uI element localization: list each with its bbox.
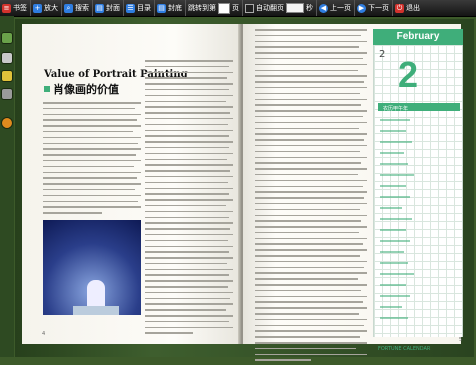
calendar-month: February [373,29,463,45]
right-page-number: 5 [459,337,463,343]
exit-button[interactable]: ⏻ 退出 [392,0,422,16]
left-page-number: 4 [42,331,46,337]
search-button[interactable]: ⌕ 搜索 [61,0,91,16]
body-text-column-2 [145,60,233,338]
calendar-panel: February 2 2 农历甲午年 FORTUNE CALENDAR 5 [373,29,463,352]
zoom-in-icon: + [33,3,42,13]
prev-arrow-icon: ◀ [319,3,328,13]
calendar-body: 2 2 农历甲午年 FORTUNE CALENDAR [373,45,463,352]
thumbnail-icon[interactable] [1,32,13,44]
body-text-column-1 [43,102,141,218]
flip-seconds-input[interactable] [286,3,304,13]
help-icon[interactable] [1,117,13,129]
prev-page-button[interactable]: ◀ 上一页 [316,0,353,16]
auto-flip-checkbox[interactable] [245,3,254,13]
highlight-icon[interactable] [1,70,13,82]
back-cover-button[interactable]: ▤ 封底 [154,0,184,16]
page-jump: 跳转到第页 [185,0,241,16]
calendar-big-date: 2 [398,54,419,95]
bookmark-button[interactable]: ≡ 书签 [0,0,29,16]
base-shape [73,306,119,315]
left-page[interactable]: Value of Portrait Painting 肖像画的价值 4 [22,24,240,344]
next-page-button[interactable]: ▶ 下一页 [354,0,391,16]
exit-icon: ⏻ [395,3,404,13]
search-icon: ⌕ [64,3,73,13]
portrait-photo [43,220,141,315]
print-icon[interactable] [1,88,13,100]
bookmark-icon: ≡ [2,3,11,13]
next-arrow-icon: ▶ [357,3,366,13]
body-text-column-3 [255,29,367,365]
contents-icon: ☰ [126,3,135,13]
auto-flip: 自动翻页秒 [242,0,315,16]
toolbar: ≡ 书签 + 放大 ⌕ 搜索 ▤ 封面 ☰ 目录 ▤ 封底 跳转到第页 自动翻页秒 ◀ 上一页… [0,0,476,17]
article-title-cn: 肖像画的价值 [44,81,119,97]
book: Value of Portrait Painting 肖像画的价值 4 Febr… [22,24,470,361]
note-icon[interactable] [1,52,13,64]
calendar-footer: FORTUNE CALENDAR [378,346,431,352]
zoom-in-button[interactable]: + 放大 [30,0,60,16]
calendar-small-digit: 2 [379,49,386,60]
title-marker-icon [44,86,50,92]
cover-button[interactable]: ▤ 封面 [92,0,122,16]
back-cover-icon: ▤ [157,3,166,13]
calendar-banner: 农历甲午年 [383,106,409,112]
contents-button[interactable]: ☰ 目录 [123,0,153,16]
page-number-input[interactable] [218,2,230,14]
sidebar [0,16,14,357]
calendar-entry-lines [380,119,414,319]
cover-icon: ▤ [95,3,104,13]
